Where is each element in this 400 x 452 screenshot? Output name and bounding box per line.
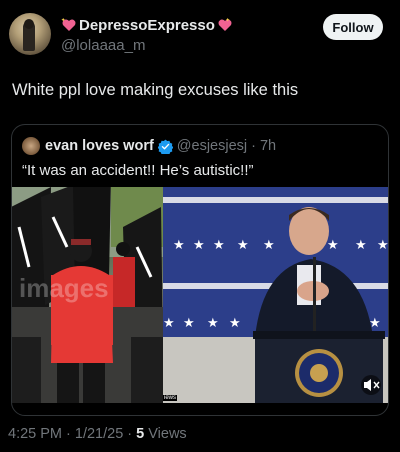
svg-text:★: ★ [213,238,225,253]
verified-badge-icon [157,139,173,154]
svg-text:★: ★ [193,238,205,253]
mute-icon [361,375,381,395]
quoted-separator: · [251,138,256,154]
quoted-author-row: evan loves worf @esjesjesj · 7h [45,137,276,155]
tweet-metadata: 4:25 PM · 1/21/25 · 5 Views [8,426,187,442]
author-name-row[interactable]: DepressoExpresso [61,15,233,35]
left-media-image[interactable]: images [12,187,163,403]
sparkling-heart-icon [218,17,232,31]
quoted-tweet-card[interactable]: evan loves worf @esjesjesj · 7h “It was … [11,124,389,416]
sparkling-heart-icon [61,17,76,31]
svg-text:★: ★ [183,316,195,331]
svg-text:★: ★ [207,316,219,331]
left-image-caption: iews [163,395,178,401]
svg-text:★: ★ [163,316,175,331]
tweet-text: White ppl love making excuses like this [12,81,299,99]
quoted-tweet-text: “It was an accident!! He’s autistic!!” [22,162,254,179]
svg-text:★: ★ [263,238,275,253]
author-display-name[interactable]: DepressoExpresso [79,17,215,34]
quoted-author-avatar[interactable] [22,137,40,155]
quoted-time[interactable]: 7h [260,138,276,154]
follow-button[interactable]: Follow [323,14,383,40]
watermark-text: images [19,273,109,303]
svg-text:★: ★ [355,238,367,253]
svg-text:★: ★ [173,238,185,253]
svg-text:★: ★ [327,238,339,253]
svg-text:★: ★ [377,238,389,253]
svg-text:★: ★ [229,316,241,331]
author-handle[interactable]: @lolaaaa_m [61,37,145,54]
author-avatar[interactable] [9,13,51,55]
tweet-timestamp[interactable]: 4:25 PM · 1/21/25 · [8,426,136,442]
quoted-display-name[interactable]: evan loves worf [45,138,154,154]
right-media-image[interactable]: ★ ★ ★ ★ ★ ★ ★ ★ ★ ★ ★ ★ ★ [163,187,389,403]
views-label: Views [144,426,187,442]
podium-photo: ★ ★ ★ ★ ★ ★ ★ ★ ★ ★ ★ ★ ★ [163,187,389,403]
quoted-handle[interactable]: @esjesjesj [177,138,247,154]
svg-text:★: ★ [237,238,249,253]
